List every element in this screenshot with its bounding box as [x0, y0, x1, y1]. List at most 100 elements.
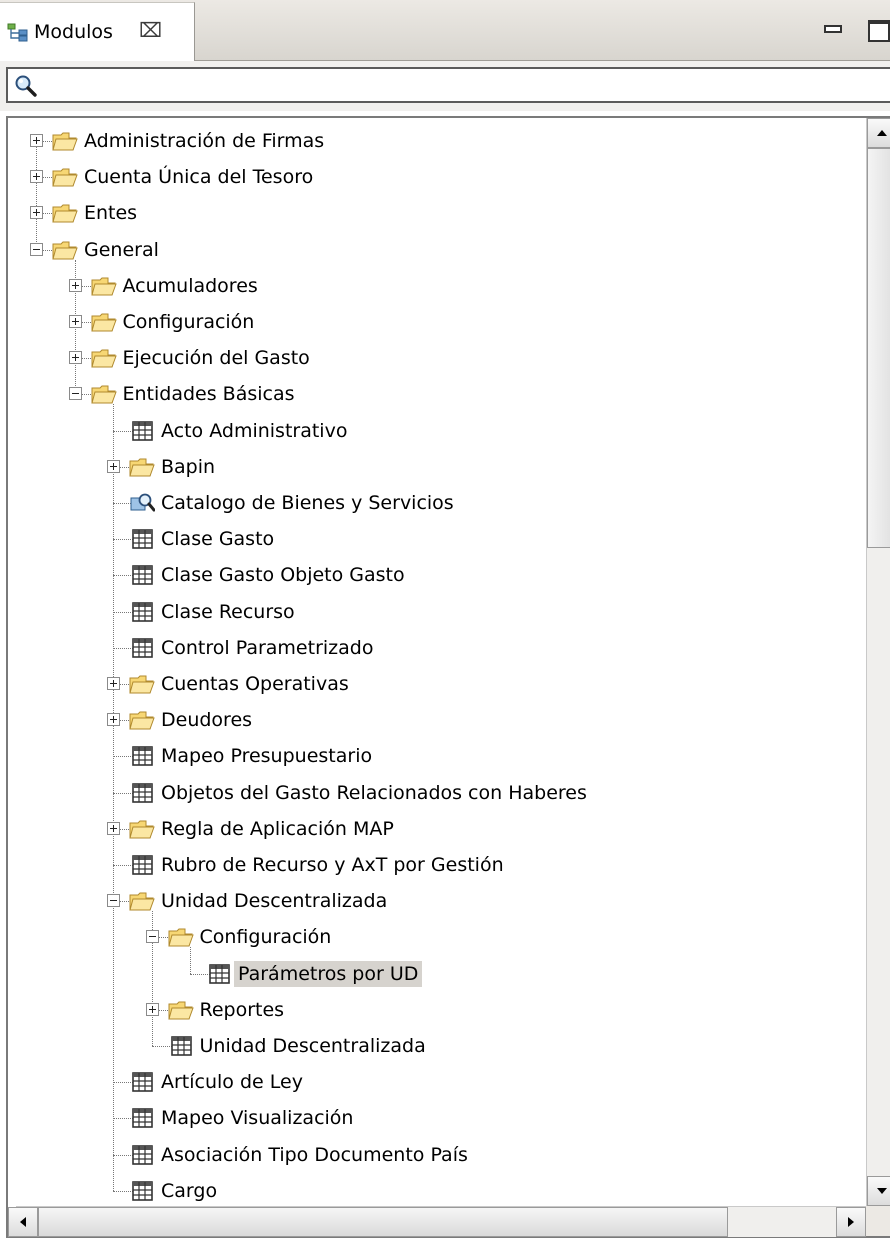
maximize-icon	[868, 20, 890, 42]
filter-bar	[0, 61, 890, 111]
tree-item[interactable]: Mapeo Presupuestario	[16, 739, 866, 773]
tree-item[interactable]: Unidad Descentralizada	[16, 884, 866, 918]
folder-icon	[90, 347, 117, 369]
horizontal-scroll-thumb[interactable]	[38, 1207, 728, 1237]
expand-icon[interactable]	[68, 315, 82, 328]
tree-item-label: Control Parametrizado	[161, 636, 374, 659]
collapse-icon[interactable]	[68, 387, 82, 401]
tree-item[interactable]: Entes	[16, 196, 866, 230]
close-icon[interactable]: ⌧	[139, 19, 162, 41]
scroll-right-button[interactable]	[836, 1207, 866, 1237]
folder-icon	[52, 202, 78, 224]
tree-item[interactable]: Asociación Tipo Documento País	[16, 1138, 866, 1172]
tree-item[interactable]: General	[16, 233, 866, 267]
tree-item[interactable]: Control Parametrizado	[16, 631, 866, 665]
expand-icon[interactable]	[30, 206, 43, 220]
expand-icon[interactable]	[107, 713, 120, 727]
expand-icon[interactable]	[145, 1002, 159, 1016]
tree-item-label: Cuentas Operativas	[161, 673, 349, 695]
arrow-down-icon	[877, 1188, 887, 1194]
module-tree-panel: Administración de Firmas Cuenta Única del…	[6, 116, 890, 1238]
tree-item-label: Mapeo Visualización	[161, 1107, 354, 1130]
horizontal-scrollbar[interactable]	[8, 1206, 866, 1237]
tree-item-label: Deudores	[161, 709, 253, 732]
tree-item[interactable]: Administración de Firmas	[16, 124, 866, 158]
module-tree[interactable]: Administración de Firmas Cuenta Única del…	[16, 118, 866, 1236]
tree-item[interactable]: Deudores	[16, 703, 866, 737]
tree-item[interactable]: Acto Administrativo	[16, 414, 866, 448]
tree-item[interactable]: Cargo	[16, 1174, 866, 1208]
tree-item[interactable]: Mapeo Visualización	[16, 1101, 866, 1135]
table-icon	[129, 1180, 155, 1202]
tree-item[interactable]: Artículo de Ley	[16, 1065, 866, 1099]
tree-item[interactable]: Clase Recurso	[16, 595, 866, 629]
collapse-icon[interactable]	[30, 242, 43, 256]
tree-item-label: Mapeo Presupuestario	[161, 745, 373, 768]
folder-icon	[129, 818, 155, 840]
collapse-icon[interactable]	[107, 894, 120, 908]
tree-item-label: Entidades Básicas	[122, 383, 295, 406]
scroll-up-button[interactable]	[867, 118, 890, 148]
folder-icon	[129, 456, 155, 478]
vertical-scrollbar[interactable]	[866, 118, 890, 1236]
tree-item-label: Configuración	[199, 926, 332, 949]
filter-input[interactable]	[6, 67, 890, 103]
expand-icon[interactable]	[107, 677, 120, 690]
tree-item[interactable]: Reportes	[16, 993, 866, 1027]
expand-icon[interactable]	[107, 459, 120, 473]
tree-item-label: Bapin	[161, 455, 216, 478]
tree-item[interactable]: Regla de Aplicación MAP	[16, 812, 866, 846]
minimize-button[interactable]	[818, 16, 846, 40]
table-icon	[129, 420, 155, 442]
expand-icon[interactable]	[68, 278, 82, 292]
tree-item-label: Ejecución del Gasto	[122, 347, 310, 370]
tree-item-label: General	[84, 238, 159, 261]
hierarchy-icon	[7, 23, 28, 42]
tree-item[interactable]: Catalogo de Bienes y Servicios	[16, 486, 866, 520]
expand-icon[interactable]	[68, 351, 82, 365]
tree-item[interactable]: Cuenta Única del Tesoro	[16, 160, 866, 194]
folder-icon	[129, 709, 155, 731]
tree-item-label: Regla de Aplicación MAP	[161, 817, 394, 840]
maximize-button[interactable]	[862, 14, 890, 42]
folder-icon	[52, 130, 78, 152]
tree-item[interactable]: Configuración	[16, 305, 866, 339]
tab-modulos[interactable]: Modulos ⌧	[0, 2, 195, 61]
tree-item-label: Clase Gasto	[161, 528, 275, 551]
tree-item-label: Objetos del Gasto Relacionados con Haber…	[161, 781, 587, 804]
tree-item[interactable]: Clase Gasto	[16, 522, 866, 556]
tree-item[interactable]: Configuración	[16, 920, 866, 954]
tree-item[interactable]: Rubro de Recurso y AxT por Gestión	[16, 848, 866, 882]
tree-item[interactable]: Entidades Básicas	[16, 377, 866, 411]
tree-item[interactable]: Parámetros por UD	[16, 957, 866, 991]
expand-icon[interactable]	[30, 134, 43, 147]
tree-item[interactable]: Ejecución del Gasto	[16, 341, 866, 375]
tree-item[interactable]: Bapin	[16, 450, 866, 484]
tree-item[interactable]: Clase Gasto Objeto Gasto	[16, 558, 866, 592]
tree-item[interactable]: Objetos del Gasto Relacionados con Haber…	[16, 776, 866, 810]
table-icon	[206, 963, 232, 985]
table-icon	[129, 1071, 155, 1093]
folder-icon	[90, 383, 117, 405]
collapse-icon[interactable]	[145, 930, 159, 944]
folder-icon	[167, 999, 194, 1021]
table-icon	[129, 745, 155, 767]
view-title: Modulos	[34, 21, 113, 43]
tree-item-label: Administración de Firmas	[84, 130, 325, 152]
tree-item-label: Rubro de Recurso y AxT por Gestión	[161, 854, 504, 876]
expand-icon[interactable]	[107, 821, 120, 835]
scroll-down-button[interactable]	[867, 1176, 890, 1206]
tree-item-label: Asociación Tipo Documento País	[161, 1143, 468, 1166]
tree-item[interactable]: Acumuladores	[16, 269, 866, 303]
vertical-scroll-thumb[interactable]	[867, 148, 890, 548]
magnifier-icon[interactable]	[14, 74, 38, 98]
tree-item-label: Unidad Descentralizada	[199, 1035, 426, 1057]
tree-item[interactable]: Unidad Descentralizada	[16, 1029, 866, 1063]
tree-item-label: Catalogo de Bienes y Servicios	[161, 492, 454, 514]
scroll-left-button[interactable]	[8, 1207, 38, 1237]
tree-item-label: Entes	[84, 202, 138, 225]
tree-item[interactable]: Cuentas Operativas	[16, 667, 866, 701]
expand-icon[interactable]	[30, 170, 43, 184]
tree-item-label: Clase Gasto Objeto Gasto	[161, 564, 405, 587]
tree-item-label: Configuración	[122, 311, 255, 333]
